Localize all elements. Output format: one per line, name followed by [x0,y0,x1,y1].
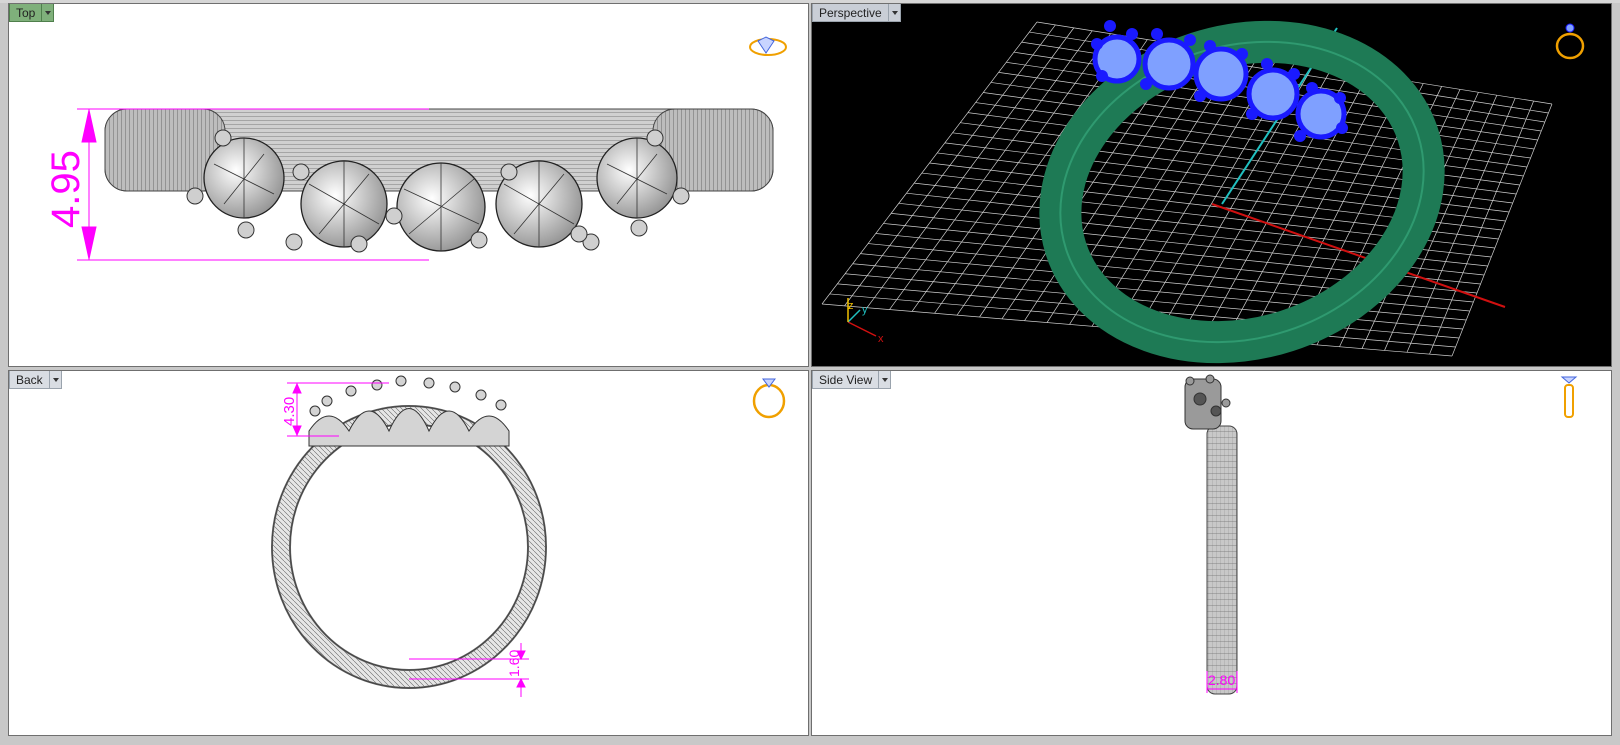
viewport-title-top[interactable]: Top [9,4,43,22]
viewport-top[interactable]: Top 4.95 [8,3,809,367]
dimension-text-back-band: 1.60 [506,650,522,677]
dimension-text-back-height: 4.30 [281,397,298,426]
ring-front-icon[interactable] [747,371,791,425]
top-view-drawing: 4.95 [44,108,774,261]
back-view-drawing: 4.30 1.60 [271,375,547,697]
viewport-label-back[interactable]: Back [9,371,62,389]
ring-band-back-mesh [273,407,545,687]
axis-label-y: y [862,304,868,316]
ring-side-icon[interactable] [1554,371,1584,425]
viewport-back[interactable]: Back 4.30 1.60 [8,370,809,736]
viewport-label-perspective[interactable]: Perspective [812,4,901,22]
dimension-text-side: 2.80 [1208,672,1235,688]
axis-label-z: z [848,300,854,312]
viewport-label-top[interactable]: Top [9,4,55,22]
viewport-title-perspective[interactable]: Perspective [812,4,889,22]
perspective-drawing: z y x [821,20,1553,364]
ring-diamond-top-icon[interactable] [746,31,790,63]
viewport-menu-dropdown-icon[interactable] [42,4,55,22]
dimension-text-top: 4.95 [44,150,88,228]
viewport-menu-dropdown-icon[interactable] [49,371,62,389]
viewport-perspective[interactable]: Perspective z y x [811,3,1612,367]
viewport-title-back[interactable]: Back [9,371,50,389]
side-view-drawing: 2.80 [1184,374,1238,695]
setting-head-side [1184,374,1231,430]
ring-perspective-icon[interactable] [1550,20,1590,66]
grid-line [1451,103,1553,357]
ring-shank-side [1206,425,1238,695]
axis-label-x: x [878,333,884,345]
viewport-side[interactable]: Side View 2.80 [811,370,1612,736]
grid-line [1429,100,1534,355]
viewport-title-side[interactable]: Side View [812,371,880,389]
viewport-menu-dropdown-icon[interactable] [888,4,901,22]
viewport-label-side[interactable]: Side View [812,371,892,389]
viewport-menu-dropdown-icon[interactable] [879,371,892,389]
